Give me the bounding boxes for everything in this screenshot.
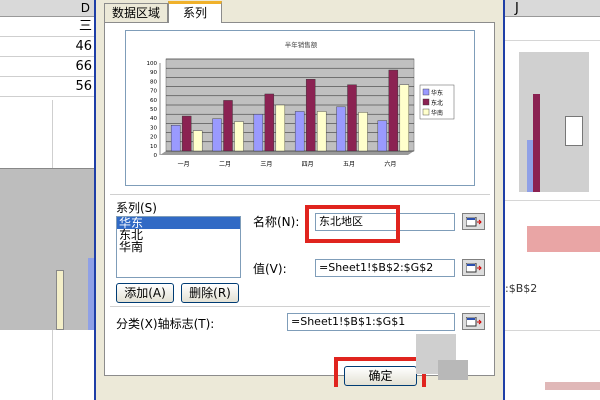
tab-data-range[interactable]: 数据区域 [104, 3, 168, 23]
bar [336, 106, 346, 152]
x-tick-label: 五月 [343, 161, 355, 168]
chart-svg: 半年销售额 0 10 20 30 40 50 60 70 80 90 100 一月 二月 三月 四月 五月 六月 华… [147, 40, 455, 168]
add-series-button[interactable]: 添加(A) [116, 283, 174, 303]
range-select-icon [466, 263, 482, 273]
bar [253, 113, 264, 152]
bar [234, 121, 244, 152]
bar [181, 115, 192, 152]
y-tick-label: 30 [150, 125, 157, 131]
sheet-cell: 46 [0, 37, 94, 57]
grid-line [505, 200, 600, 201]
x-tick-label: 四月 [302, 161, 314, 168]
bar [358, 112, 368, 152]
y-tick-label: 70 [150, 89, 157, 95]
bar [170, 125, 181, 152]
y-tick-label: 90 [150, 70, 157, 76]
background-bar [56, 270, 64, 330]
bar [294, 111, 305, 152]
category-axis-input[interactable]: =Sheet1!$B$1:$G$1 [287, 313, 455, 331]
ok-highlight-box [334, 357, 426, 387]
background-chart [0, 168, 94, 330]
background-sheet-right: J :$B$2 [505, 0, 600, 400]
sheet-cell: 66 [0, 57, 94, 77]
range-select-icon [466, 317, 482, 327]
bar [399, 84, 410, 152]
bar [223, 100, 233, 152]
bar [212, 118, 222, 152]
y-tick-label: 100 [147, 61, 158, 67]
collapse-dialog-button[interactable] [462, 313, 485, 330]
y-tick-label: 20 [150, 135, 157, 141]
column-header: D [0, 0, 94, 17]
bar [264, 93, 275, 152]
tab-panel: 半年销售额 0 10 20 30 40 50 60 70 80 90 100 一月 二月 三月 四月 五月 六月华… [104, 22, 495, 387]
chart-title: 半年销售额 [285, 40, 318, 49]
divider [110, 306, 490, 307]
sheet-cell: 三 [0, 17, 94, 37]
background-highlight [527, 226, 600, 252]
bar [347, 84, 357, 152]
delete-series-button[interactable]: 删除(R) [181, 283, 239, 303]
series-listbox[interactable]: 华东 东北 华南 [116, 216, 241, 278]
legend-label: 华东 [431, 89, 443, 97]
y-tick-label: 0 [154, 153, 158, 159]
y-tick-label: 60 [150, 98, 157, 104]
divider [110, 194, 490, 195]
column-header: J [505, 0, 600, 17]
sheet-cell: 56 [0, 77, 94, 97]
name-label: 名称(N): [253, 215, 300, 229]
series-value-input[interactable]: =Sheet1!$B$2:$G$2 [315, 259, 455, 277]
value-label: 值(V): [253, 262, 287, 276]
bar [388, 69, 399, 152]
grid-line [505, 40, 600, 41]
category-axis-label: 分类(X)轴标志(T): [116, 317, 215, 331]
x-tick-label: 三月 [260, 161, 272, 168]
tab-series[interactable]: 系列 [168, 1, 222, 23]
background-highlight [545, 382, 600, 390]
legend-swatch [422, 108, 430, 116]
collapse-dialog-button[interactable] [462, 259, 485, 276]
x-tick-label: 二月 [219, 161, 231, 168]
collapse-dialog-button[interactable] [462, 213, 485, 230]
source-data-dialog: 数据区域 系列 半年销售额 0 10 20 30 40 50 60 70 80 90 100 一月 二月 三… [94, 0, 505, 400]
legend-swatch [422, 88, 430, 96]
x-tick-label: 六月 [384, 160, 396, 168]
chart-preview: 半年销售额 0 10 20 30 40 50 60 70 80 90 100 一月 二月 三月 四月 五月 六月 华… [125, 30, 475, 186]
series-label: 系列(S) [116, 201, 157, 215]
name-highlight-box [305, 205, 400, 243]
bar [305, 79, 316, 152]
y-tick-label: 40 [150, 116, 157, 122]
bar [377, 120, 388, 152]
background-bar [533, 94, 540, 192]
y-tick-label: 80 [150, 79, 157, 85]
y-tick-label: 10 [150, 144, 157, 150]
range-select-icon [466, 217, 482, 227]
legend-swatch [422, 98, 430, 106]
background-legend [565, 116, 583, 146]
background-sheet-left: D 三 46 66 56 [0, 0, 94, 400]
plot-floor [160, 151, 414, 155]
grid-line [505, 330, 600, 331]
blurred-watermark [438, 360, 468, 380]
legend-label: 华南 [431, 109, 443, 117]
y-tick-label: 50 [150, 107, 157, 113]
x-tick-label: 一月 [178, 161, 190, 168]
background-formula: :$B$2 [505, 282, 538, 295]
legend-label: 东北 [431, 99, 443, 107]
bar [192, 130, 203, 152]
bar [316, 111, 327, 152]
bar [275, 104, 286, 152]
series-list-item[interactable]: 华南 [117, 241, 240, 253]
